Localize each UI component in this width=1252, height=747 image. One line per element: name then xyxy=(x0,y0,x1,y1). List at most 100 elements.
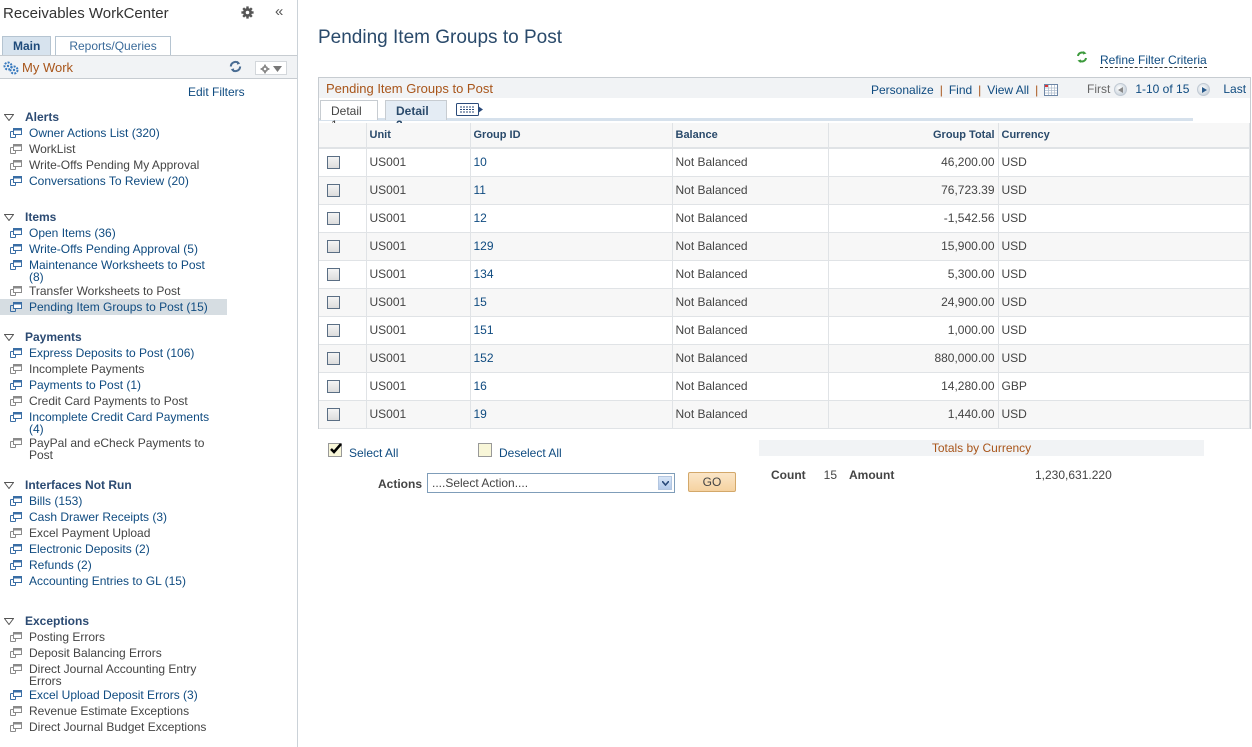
refresh-filter-icon[interactable] xyxy=(1075,50,1089,64)
balance-cell: Not Balanced xyxy=(672,372,829,401)
deselect-all-checkbox[interactable] xyxy=(478,443,492,457)
column-header-group-total[interactable]: Group Total xyxy=(828,123,999,149)
row-checkbox[interactable] xyxy=(327,379,340,393)
sidebar-item-label[interactable]: Open Items (36) xyxy=(29,225,219,239)
sidebar-item-label[interactable]: Express Deposits to Post (106) xyxy=(29,345,219,359)
section-header[interactable]: Interfaces Not Run xyxy=(0,477,297,493)
window-icon xyxy=(10,380,22,390)
personalize-link[interactable]: Personalize xyxy=(871,83,934,97)
pager-last-link[interactable]: Last xyxy=(1223,82,1246,96)
row-checkbox[interactable] xyxy=(327,323,340,337)
window-icon xyxy=(10,706,22,716)
table-row: US001 16 Not Balanced 14,280.00 GBP xyxy=(319,372,1250,401)
tab-main[interactable]: Main xyxy=(2,36,52,55)
sidebar-item[interactable]: Conversations To Review (20) xyxy=(0,173,297,189)
workcenter-tabs: Main Reports/Queries xyxy=(2,36,175,55)
sidebar-item-label[interactable]: Refunds (2) xyxy=(29,557,219,571)
collapse-triangle-icon[interactable] xyxy=(4,333,14,341)
sidebar-item[interactable]: Electronic Deposits (2) xyxy=(0,541,297,557)
collapse-triangle-icon[interactable] xyxy=(4,213,14,221)
sidebar-item-label[interactable]: Accounting Entries to GL (15) xyxy=(29,573,219,587)
group-id-link[interactable]: 129 xyxy=(474,239,494,253)
table-header-row: Unit Group ID Balance Group Total Curren… xyxy=(319,123,1250,149)
group-id-link[interactable]: 134 xyxy=(474,267,494,281)
group-id-link[interactable]: 152 xyxy=(474,351,494,365)
refine-filter-criteria-link[interactable]: Refine Filter Criteria xyxy=(1100,53,1207,68)
show-all-columns-icon[interactable] xyxy=(456,103,483,116)
section-header[interactable]: Alerts xyxy=(0,109,297,125)
row-checkbox[interactable] xyxy=(327,155,340,169)
sidebar-item-label[interactable]: Owner Actions List (320) xyxy=(29,125,219,139)
group-id-cell: 19 xyxy=(470,400,673,429)
select-all-control[interactable]: Select All xyxy=(328,440,398,460)
sidebar-item[interactable]: Maintenance Worksheets to Post (8) xyxy=(0,257,297,283)
sidebar-item[interactable]: Bills (153) xyxy=(0,493,297,509)
sidebar-item-label[interactable]: Pending Item Groups to Post (15) xyxy=(29,299,219,313)
sidebar-item-label[interactable]: Electronic Deposits (2) xyxy=(29,541,219,555)
section-header[interactable]: Items xyxy=(0,209,297,225)
row-checkbox[interactable] xyxy=(327,211,340,225)
sidebar-item-label[interactable]: Bills (153) xyxy=(29,493,219,507)
group-id-link[interactable]: 10 xyxy=(474,155,487,169)
dropdown-arrow-icon[interactable] xyxy=(658,476,672,490)
group-id-link[interactable]: 11 xyxy=(474,183,486,197)
section-header[interactable]: Payments xyxy=(0,329,297,345)
row-checkbox[interactable] xyxy=(327,295,340,309)
select-all-link[interactable]: Select All xyxy=(349,446,398,460)
group-id-link[interactable]: 16 xyxy=(474,379,487,393)
sidebar-item[interactable]: Owner Actions List (320) xyxy=(0,125,297,141)
deselect-all-control[interactable]: Deselect All xyxy=(478,440,562,460)
sidebar-item-label[interactable]: Payments to Post (1) xyxy=(29,377,219,391)
download-spreadsheet-icon[interactable] xyxy=(1044,84,1059,96)
sidebar-item[interactable]: Write-Offs Pending Approval (5) xyxy=(0,241,297,257)
row-checkbox[interactable] xyxy=(327,239,340,253)
tab-detail-2[interactable]: Detail 2 xyxy=(385,100,447,132)
collapse-triangle-icon[interactable] xyxy=(4,481,14,489)
sidebar-item-label[interactable]: Cash Drawer Receipts (3) xyxy=(29,509,219,523)
deselect-all-link[interactable]: Deselect All xyxy=(499,446,562,460)
row-checkbox[interactable] xyxy=(327,351,340,365)
sidebar-item-label[interactable]: Excel Upload Deposit Errors (3) xyxy=(29,687,219,701)
group-id-link[interactable]: 15 xyxy=(474,295,487,309)
collapse-icon[interactable]: « xyxy=(275,3,283,20)
view-all-link[interactable]: View All xyxy=(987,83,1029,97)
go-button[interactable]: GO xyxy=(688,472,736,492)
my-work-options-menu[interactable] xyxy=(255,61,287,75)
sidebar-item[interactable]: Refunds (2) xyxy=(0,557,297,573)
sidebar-item[interactable]: Incomplete Credit Card Payments (4) xyxy=(0,409,297,435)
actions-dropdown[interactable]: ....Select Action.... xyxy=(427,473,675,493)
sidebar-item-label[interactable]: Write-Offs Pending Approval (5) xyxy=(29,241,219,255)
column-header-balance[interactable]: Balance xyxy=(672,123,829,149)
collapse-triangle-icon[interactable] xyxy=(4,113,14,121)
tab-reports-queries[interactable]: Reports/Queries xyxy=(55,36,171,55)
refresh-icon[interactable] xyxy=(229,60,242,73)
column-header-currency[interactable]: Currency xyxy=(998,123,1250,149)
group-id-link[interactable]: 151 xyxy=(474,323,494,337)
column-header-group-id[interactable]: Group ID xyxy=(470,123,673,149)
section-header[interactable]: Exceptions xyxy=(0,613,297,629)
sidebar-item[interactable]: Express Deposits to Post (106) xyxy=(0,345,297,361)
sidebar-item-label[interactable]: Incomplete Credit Card Payments (4) xyxy=(29,409,219,435)
gear-icon[interactable] xyxy=(241,6,254,19)
tab-detail-1[interactable]: Detail 1 xyxy=(320,100,378,132)
row-checkbox[interactable] xyxy=(327,183,340,197)
sidebar-item[interactable]: Open Items (36) xyxy=(0,225,297,241)
next-page-icon[interactable] xyxy=(1197,82,1211,96)
row-checkbox[interactable] xyxy=(327,407,340,421)
group-id-link[interactable]: 12 xyxy=(474,211,487,225)
collapse-triangle-icon[interactable] xyxy=(4,617,14,625)
sidebar-item[interactable]: Excel Upload Deposit Errors (3) xyxy=(0,687,297,703)
sidebar-item-label[interactable]: Conversations To Review (20) xyxy=(29,173,219,187)
column-header-unit[interactable]: Unit xyxy=(366,123,471,149)
sidebar-item[interactable]: Pending Item Groups to Post (15) xyxy=(0,299,227,315)
find-link[interactable]: Find xyxy=(949,83,972,97)
group-id-link[interactable]: 19 xyxy=(474,407,487,421)
row-checkbox[interactable] xyxy=(327,267,340,281)
balance-cell: Not Balanced xyxy=(672,316,829,345)
sidebar-item-label[interactable]: Maintenance Worksheets to Post (8) xyxy=(29,257,219,283)
edit-filters-link[interactable]: Edit Filters xyxy=(188,85,245,99)
select-all-checkbox[interactable] xyxy=(328,443,342,457)
sidebar-item[interactable]: Accounting Entries to GL (15) xyxy=(0,573,297,589)
sidebar-item[interactable]: Payments to Post (1) xyxy=(0,377,297,393)
sidebar-item[interactable]: Cash Drawer Receipts (3) xyxy=(0,509,297,525)
